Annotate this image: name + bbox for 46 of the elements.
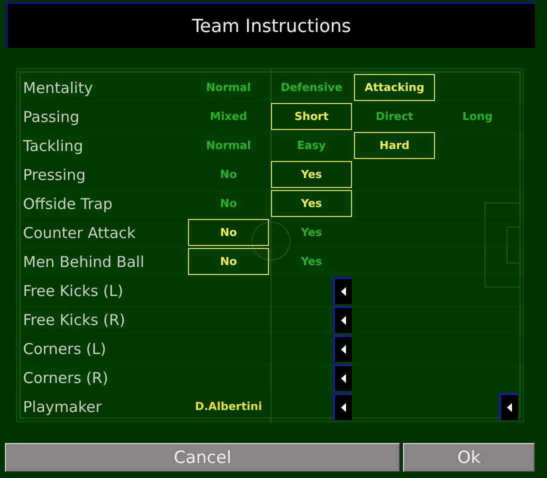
cancel-button[interactable]: Cancel: [5, 443, 400, 472]
option-button[interactable]: Yes: [271, 248, 352, 275]
left-arrow-button[interactable]: [333, 364, 352, 391]
setting-label: Corners (R): [23, 368, 110, 386]
window-title: Team Instructions: [192, 16, 351, 36]
ok-button[interactable]: Ok: [403, 443, 535, 472]
left-triangle-icon: [507, 403, 512, 412]
left-triangle-icon: [341, 345, 346, 354]
left-arrow-button[interactable]: [499, 393, 518, 420]
option-button[interactable]: No: [188, 248, 269, 275]
left-arrow-button[interactable]: [333, 306, 352, 333]
setting-label: Mentality: [23, 78, 94, 96]
left-triangle-icon: [341, 287, 346, 296]
setting-label: Men Behind Ball: [23, 252, 146, 270]
option-button[interactable]: Normal: [188, 132, 269, 159]
setting-label: Offside Trap: [23, 194, 114, 212]
left-triangle-icon: [341, 316, 346, 325]
option-button[interactable]: Long: [437, 103, 518, 130]
left-arrow-button[interactable]: [333, 335, 352, 362]
left-arrow-button[interactable]: [333, 393, 352, 420]
setting-label: Pressing: [23, 166, 87, 184]
setting-label: Free Kicks (R): [23, 310, 126, 328]
option-button[interactable]: No: [188, 161, 269, 188]
option-button[interactable]: No: [188, 190, 269, 217]
option-button[interactable]: Yes: [271, 190, 352, 217]
left-arrow-button[interactable]: [333, 277, 352, 304]
option-button[interactable]: Defensive: [271, 74, 352, 101]
option-button[interactable]: Yes: [271, 219, 352, 246]
option-button[interactable]: Attacking: [354, 74, 435, 101]
player-name: D.Albertini: [194, 400, 263, 413]
option-button[interactable]: Easy: [271, 132, 352, 159]
left-triangle-icon: [341, 403, 346, 412]
setting-label: Tackling: [23, 136, 84, 154]
option-button[interactable]: Direct: [354, 103, 435, 130]
option-button[interactable]: Short: [271, 103, 352, 130]
setting-label: Playmaker: [23, 398, 103, 416]
setting-label: Corners (L): [23, 340, 108, 358]
setting-label: Counter Attack: [23, 224, 137, 242]
option-button[interactable]: Yes: [271, 161, 352, 188]
setting-label: Free Kicks (L): [23, 282, 124, 300]
option-button[interactable]: Normal: [188, 74, 269, 101]
option-button[interactable]: Mixed: [188, 103, 269, 130]
option-button[interactable]: Hard: [354, 132, 435, 159]
setting-label: Passing: [23, 108, 80, 126]
option-button[interactable]: No: [188, 219, 269, 246]
left-triangle-icon: [341, 374, 346, 383]
